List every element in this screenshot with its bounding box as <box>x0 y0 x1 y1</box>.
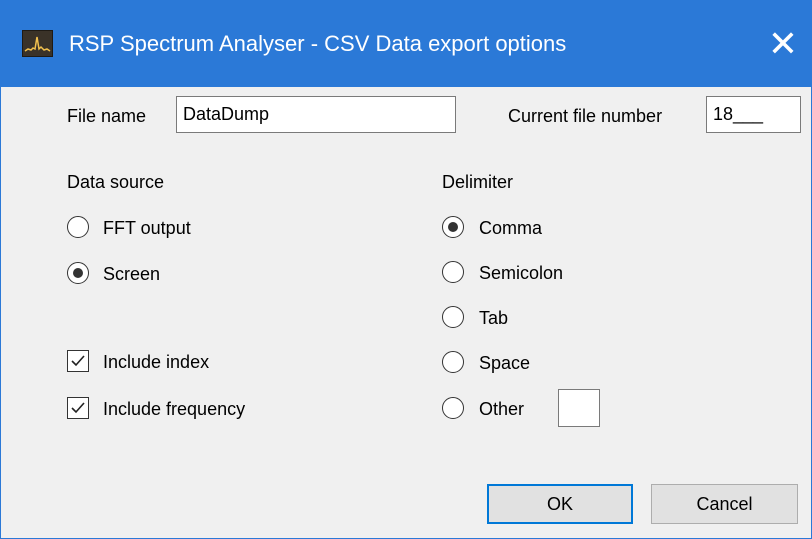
radio-other-circle[interactable] <box>442 397 464 419</box>
checkmark-icon <box>71 355 85 367</box>
radio-screen-circle[interactable] <box>67 262 89 284</box>
current-file-number-label: Current file number <box>508 106 663 126</box>
window-title: RSP Spectrum Analyser - CSV Data export … <box>69 31 567 56</box>
export-options-dialog: RSP Spectrum Analyser - CSV Data export … <box>0 0 812 539</box>
include-index-box[interactable] <box>67 350 89 372</box>
current-file-number-input[interactable] <box>706 96 801 133</box>
other-delimiter-input[interactable] <box>558 389 600 427</box>
radio-semicolon-circle[interactable] <box>442 261 464 283</box>
radio-comma-label[interactable]: Comma <box>479 217 542 239</box>
radio-space-circle[interactable] <box>442 351 464 373</box>
cancel-button[interactable]: Cancel <box>651 484 798 524</box>
include-frequency-box[interactable] <box>67 397 89 419</box>
radio-fft-output-label[interactable]: FFT output <box>103 217 191 239</box>
file-name-input[interactable] <box>176 96 456 133</box>
radio-comma-circle[interactable] <box>442 216 464 238</box>
radio-fft-output-circle[interactable] <box>67 216 89 238</box>
radio-tab-circle[interactable] <box>442 306 464 328</box>
close-icon: ✕ <box>767 23 799 64</box>
radio-space-label[interactable]: Space <box>479 352 530 374</box>
include-frequency-label[interactable]: Include frequency <box>103 398 245 420</box>
data-source-heading: Data source <box>67 172 165 192</box>
file-name-label: File name <box>67 106 147 126</box>
include-index-label[interactable]: Include index <box>103 351 209 373</box>
delimiter-heading: Delimiter <box>442 172 514 192</box>
close-button[interactable]: ✕ <box>755 19 811 69</box>
ok-button[interactable]: OK <box>487 484 633 524</box>
checkmark-icon <box>71 402 85 414</box>
radio-semicolon-label[interactable]: Semicolon <box>479 262 563 284</box>
radio-other-label[interactable]: Other <box>479 398 524 420</box>
title-bar[interactable]: RSP Spectrum Analyser - CSV Data export … <box>1 1 811 87</box>
radio-screen-label[interactable]: Screen <box>103 263 160 285</box>
spectrum-analyser-app-icon <box>22 30 53 57</box>
radio-tab-label[interactable]: Tab <box>479 307 508 329</box>
